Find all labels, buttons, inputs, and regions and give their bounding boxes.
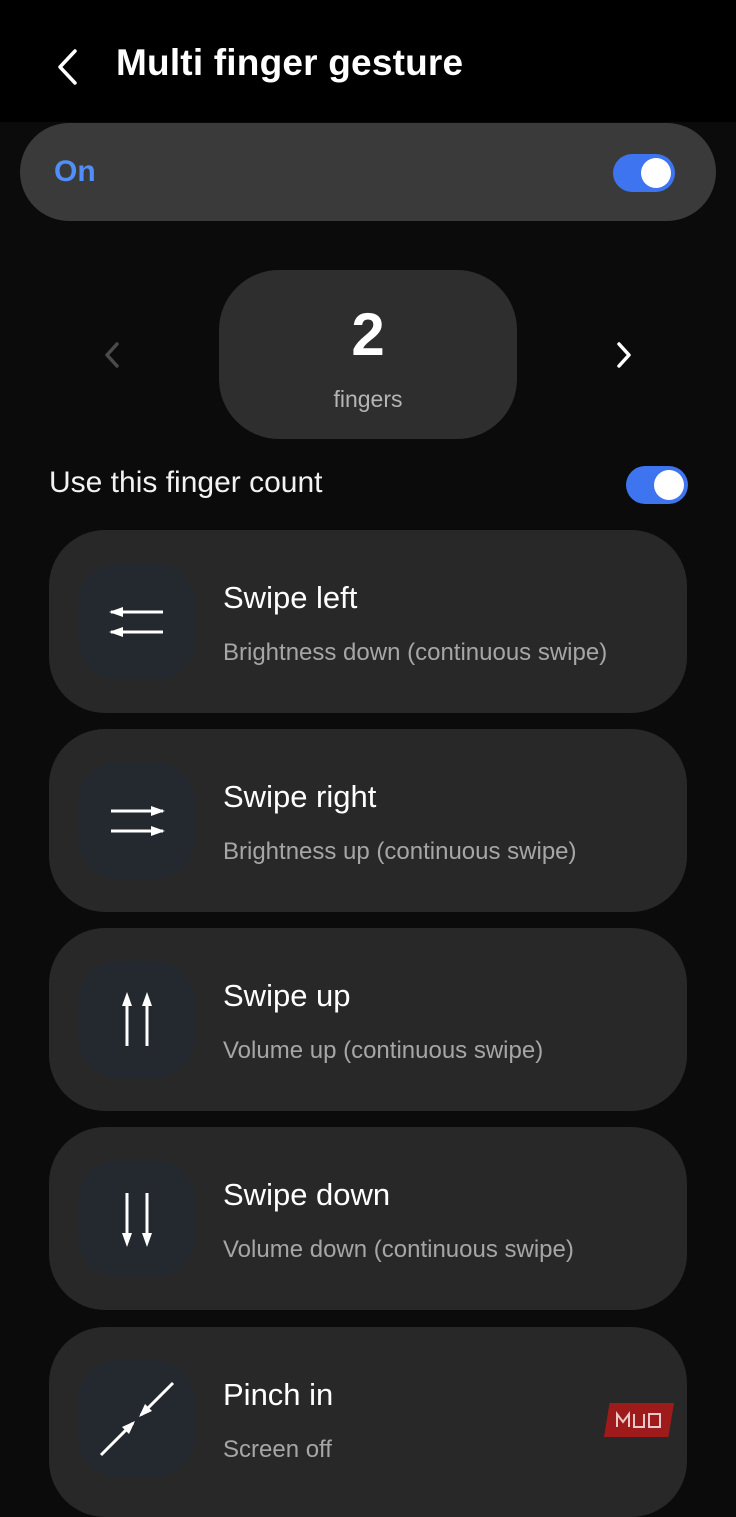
back-button[interactable] [44,40,92,94]
gesture-card-swipe-left[interactable]: Swipe left Brightness down (continuous s… [49,530,687,713]
gesture-action: Brightness down (continuous swipe) [223,639,608,666]
top-app-bar: Multi finger gesture [0,0,736,122]
pinch-in-icon [99,1381,174,1456]
gesture-action: Volume down (continuous swipe) [223,1236,574,1263]
swipe-down-icon [121,1192,152,1247]
muo-watermark-logo [604,1403,674,1437]
master-toggle-row[interactable]: On [20,123,716,221]
chevron-left-icon [105,342,119,368]
finger-count-unit: fingers [333,386,403,412]
gesture-title: Swipe down [223,1177,391,1212]
finger-count-display: 2 fingers [219,270,517,439]
switch-knob [641,158,671,188]
previous-finger-count-button[interactable] [92,330,132,380]
gesture-title: Swipe up [223,978,351,1013]
gesture-icon-tile [78,762,195,879]
use-finger-count-switch[interactable] [626,466,688,504]
master-toggle-switch[interactable] [613,154,675,192]
use-finger-count-label: Use this finger count [49,466,323,499]
master-toggle-label: On [54,155,96,188]
gesture-action: Screen off [223,1436,332,1463]
gesture-card-swipe-down[interactable]: Swipe down Volume down (continuous swipe… [49,1127,687,1310]
finger-count-value: 2 [351,301,385,368]
gesture-title: Pinch in [223,1377,334,1412]
swipe-left-icon [108,606,163,637]
gesture-card-swipe-right[interactable]: Swipe right Brightness up (continuous sw… [49,729,687,912]
gesture-icon-tile [78,961,195,1078]
gesture-icon-tile [78,1160,195,1277]
chevron-right-icon [617,342,631,368]
gesture-card-pinch-in[interactable]: Pinch in Screen off [49,1327,687,1517]
gesture-action: Volume up (continuous swipe) [223,1037,544,1064]
chevron-left-icon [58,49,77,85]
swipe-up-icon [121,991,152,1046]
gesture-card-swipe-up[interactable]: Swipe up Volume up (continuous swipe) [49,928,687,1111]
gesture-title: Swipe left [223,580,358,615]
switch-knob [654,470,684,500]
gesture-icon-tile [78,563,195,680]
gesture-action: Brightness up (continuous swipe) [223,838,577,865]
next-finger-count-button[interactable] [604,330,644,380]
swipe-right-icon [110,805,165,836]
page-title: Multi finger gesture [116,42,464,83]
muo-logo-icon [616,1411,661,1428]
gesture-icon-tile [78,1360,195,1477]
gesture-title: Swipe right [223,779,377,814]
